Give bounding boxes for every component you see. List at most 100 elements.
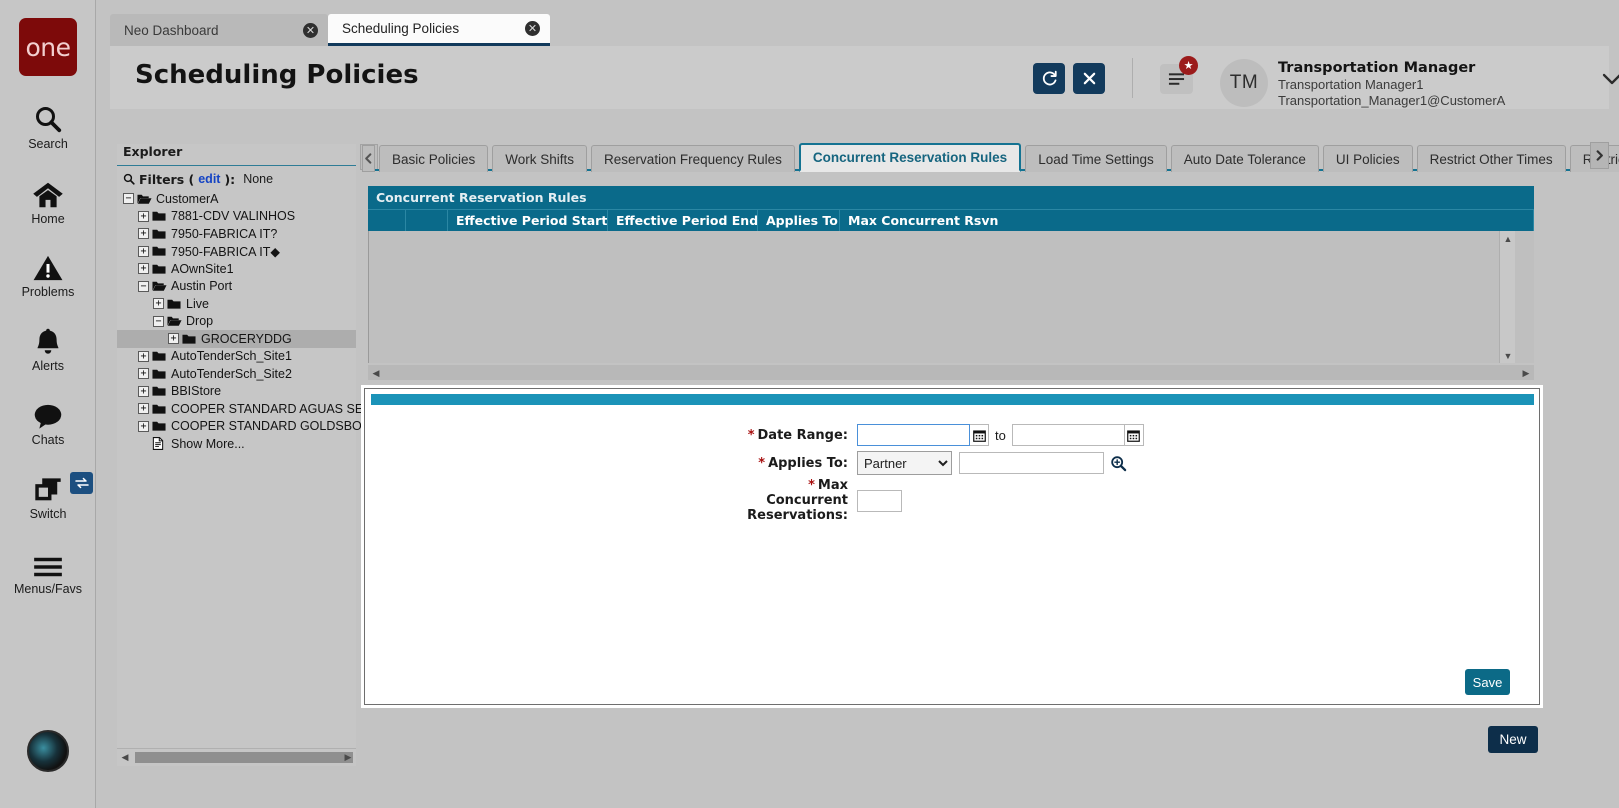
calendar-icon[interactable] bbox=[1124, 424, 1144, 446]
magnifier-plus-icon[interactable] bbox=[1110, 455, 1127, 472]
rail-item-home[interactable]: Home bbox=[0, 175, 96, 226]
tree-node[interactable]: +7881-CDV VALINHOS bbox=[117, 208, 356, 226]
tab-label: Load Time Settings bbox=[1038, 151, 1154, 167]
grid-vertical-scrollbar[interactable]: ▲ ▼ bbox=[1499, 231, 1515, 363]
tree-node[interactable]: + GROCERYDDG bbox=[117, 330, 356, 348]
expand-icon[interactable]: + bbox=[138, 350, 149, 362]
tree-node[interactable]: + AutoTenderSch_Site1 bbox=[117, 348, 356, 366]
applies-to-select[interactable]: Partner bbox=[857, 451, 952, 475]
tab-scroll-right-button[interactable] bbox=[1590, 142, 1609, 169]
user-info: Transportation Manager Transportation Ma… bbox=[1278, 60, 1598, 108]
refresh-button[interactable] bbox=[1033, 63, 1065, 94]
grid-column-header[interactable]: Effective Period Start Date bbox=[448, 210, 608, 232]
expand-icon[interactable]: + bbox=[138, 210, 149, 222]
expand-icon[interactable]: + bbox=[138, 403, 149, 415]
close-icon[interactable]: ✕ bbox=[303, 22, 318, 38]
tree-node[interactable]: +7950-FABRICA IT◆ bbox=[117, 243, 356, 261]
tree-node[interactable]: + AOwnSite1 bbox=[117, 260, 356, 278]
tab-restrict-other-times[interactable]: Restrict Other Times bbox=[1416, 145, 1566, 172]
expand-icon[interactable]: + bbox=[168, 333, 179, 345]
scroll-left-arrow-icon[interactable]: ◀ bbox=[368, 365, 384, 382]
scroll-up-arrow-icon[interactable]: ▲ bbox=[1500, 231, 1516, 246]
expand-icon[interactable]: + bbox=[138, 245, 149, 257]
left-navigation-rail: one Search Home Problems Alerts Chats Sw… bbox=[0, 0, 96, 808]
tab-reservation-frequency-rules[interactable]: Reservation Frequency Rules bbox=[591, 145, 795, 172]
save-button[interactable]: Save bbox=[1465, 669, 1510, 695]
expand-icon[interactable]: + bbox=[138, 228, 149, 240]
browser-tab-neo-dashboard[interactable]: Neo Dashboard ✕ bbox=[110, 14, 328, 46]
tree-node-label: Austin Port bbox=[171, 279, 233, 294]
tree-node-label: Drop bbox=[186, 314, 214, 329]
brand-logo[interactable]: one bbox=[19, 18, 77, 76]
collapse-icon[interactable]: − bbox=[138, 280, 149, 292]
grid-column-header[interactable]: Max Concurrent Rsvn bbox=[840, 210, 1534, 232]
tree-node[interactable]: − Drop bbox=[117, 313, 356, 331]
scroll-left-arrow-icon[interactable]: ◀ bbox=[117, 749, 133, 766]
rail-item-alerts[interactable]: Alerts bbox=[0, 322, 96, 373]
expand-icon[interactable]: + bbox=[138, 385, 149, 397]
folder-icon bbox=[152, 368, 167, 380]
tree-node[interactable]: + AutoTenderSch_Site2 bbox=[117, 365, 356, 383]
tree-node[interactable]: Show More... bbox=[117, 435, 356, 453]
tab-ui-policies[interactable]: UI Policies bbox=[1322, 145, 1413, 172]
tab-scroll-left-button[interactable] bbox=[362, 145, 375, 172]
tree-node[interactable]: + COOPER STANDARD AGUAS SEALING (S bbox=[117, 400, 417, 418]
tab-auto-date-tolerance[interactable]: Auto Date Tolerance bbox=[1170, 145, 1319, 172]
max-concurrent-input[interactable] bbox=[857, 489, 902, 512]
tree-node[interactable]: +7950-FABRICA IT? bbox=[117, 225, 356, 243]
switch-badge-icon[interactable] bbox=[70, 472, 93, 494]
collapse-icon[interactable]: − bbox=[123, 193, 134, 205]
grid-column-header[interactable]: Applies To bbox=[758, 210, 840, 232]
user-menu-toggle[interactable] bbox=[1600, 68, 1619, 90]
tab-label: Restrict Other Times bbox=[1429, 151, 1553, 167]
assistant-avatar[interactable] bbox=[27, 730, 69, 772]
tab-concurrent-reservation-rules[interactable]: Concurrent Reservation Rules bbox=[798, 143, 1022, 172]
tab-basic-policies[interactable]: Basic Policies bbox=[379, 145, 489, 172]
tree-node-label: AutoTenderSch_Site2 bbox=[171, 366, 292, 381]
max-concurrent-row: * Max Concurrent Reservations: bbox=[745, 478, 902, 523]
expand-icon[interactable]: + bbox=[138, 420, 149, 432]
date-range-start-input[interactable] bbox=[857, 424, 970, 446]
arrow-left-icon bbox=[365, 153, 372, 164]
scrollbar-thumb[interactable] bbox=[135, 752, 353, 763]
grid-column-header[interactable]: Effective Period End Date bbox=[608, 210, 758, 232]
collapse-icon[interactable]: − bbox=[153, 315, 164, 327]
tree-node[interactable]: − CustomerA bbox=[117, 190, 356, 208]
browser-tab-scheduling-policies[interactable]: Scheduling Policies ✕ bbox=[328, 14, 550, 46]
scroll-down-arrow-icon[interactable]: ▼ bbox=[1500, 348, 1516, 363]
rail-label-problems: Problems bbox=[21, 285, 75, 299]
scroll-right-arrow-icon[interactable]: ▶ bbox=[340, 749, 356, 766]
tree-node[interactable]: + COOPER STANDARD GOLDSBORO bbox=[117, 418, 381, 436]
form-accent-bar bbox=[371, 394, 1534, 405]
rail-item-search[interactable]: Search bbox=[0, 100, 96, 151]
filters-edit-link[interactable]: edit bbox=[198, 172, 220, 186]
rail-item-menus-favs[interactable]: Menus/Favs bbox=[0, 545, 96, 596]
date-range-end-input[interactable] bbox=[1011, 424, 1125, 446]
grid-column-header[interactable] bbox=[368, 210, 406, 232]
calendar-icon[interactable] bbox=[970, 424, 989, 446]
rail-item-chats[interactable]: Chats bbox=[0, 396, 96, 447]
browser-tab-strip: Neo Dashboard ✕ Scheduling Policies ✕ bbox=[110, 14, 550, 46]
explorer-horizontal-scrollbar[interactable]: ◀ ▶ bbox=[117, 748, 356, 765]
rail-label-switch: Switch bbox=[29, 507, 67, 521]
tree-node[interactable]: + Live bbox=[117, 295, 356, 313]
rail-item-problems[interactable]: Problems bbox=[0, 248, 96, 299]
applies-to-value-input[interactable] bbox=[959, 452, 1104, 474]
expand-icon[interactable]: + bbox=[138, 368, 149, 380]
rail-label-chats: Chats bbox=[31, 433, 65, 447]
tab-load-time-settings[interactable]: Load Time Settings bbox=[1025, 145, 1167, 172]
search-icon bbox=[123, 173, 135, 185]
close-page-button[interactable] bbox=[1073, 63, 1105, 94]
close-icon[interactable]: ✕ bbox=[525, 21, 540, 36]
tree-node[interactable]: + BBIStore bbox=[117, 383, 356, 401]
expand-icon[interactable]: + bbox=[153, 298, 164, 310]
grid-column-header[interactable] bbox=[406, 210, 448, 232]
new-button[interactable]: New bbox=[1488, 726, 1538, 753]
tab-work-shifts[interactable]: Work Shifts bbox=[492, 145, 588, 172]
avatar[interactable]: TM bbox=[1220, 59, 1268, 107]
tree-node[interactable]: − Austin Port bbox=[117, 278, 356, 296]
scroll-right-arrow-icon[interactable]: ▶ bbox=[1518, 365, 1534, 382]
grid-horizontal-scrollbar[interactable]: ◀ ▶ bbox=[368, 365, 1534, 380]
expand-icon[interactable]: + bbox=[138, 263, 149, 275]
